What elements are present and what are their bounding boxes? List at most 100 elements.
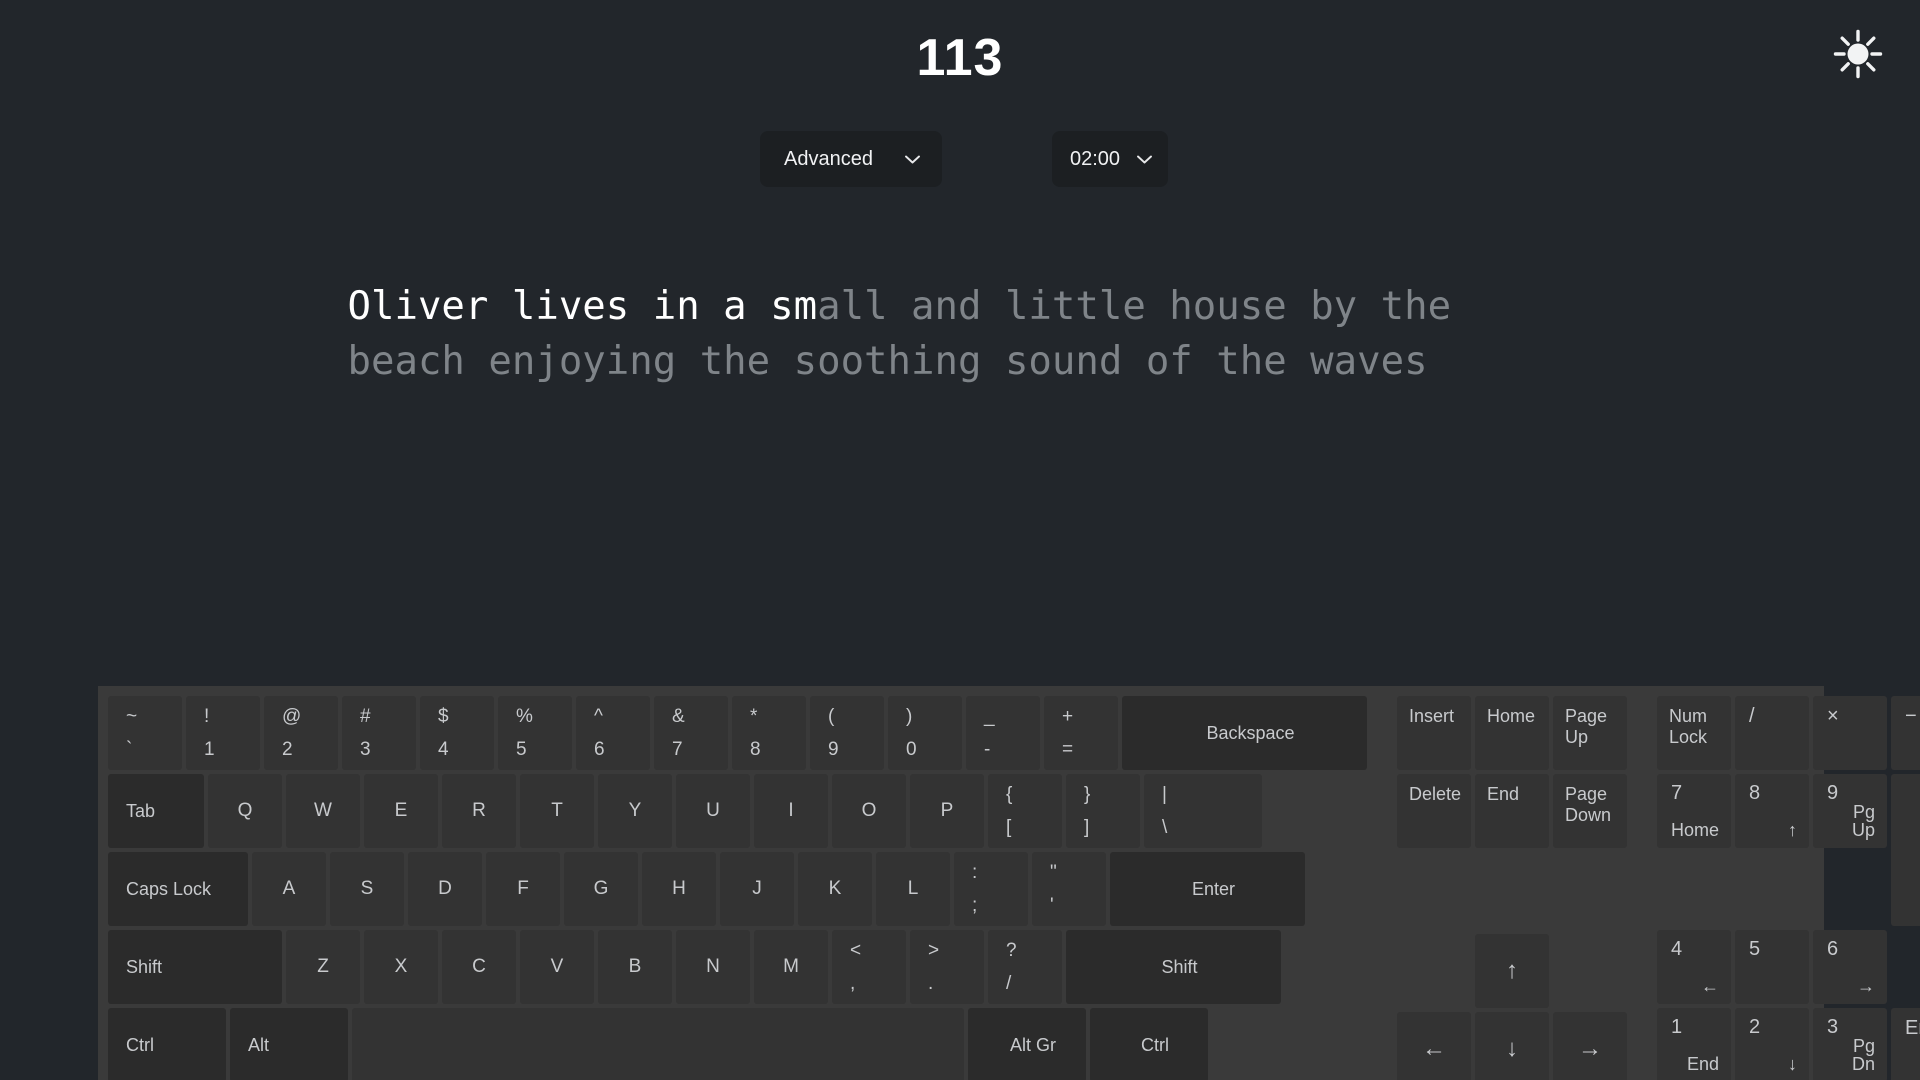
- key-o[interactable]: O: [832, 774, 906, 848]
- key-numpad-enter[interactable]: Enter: [1891, 1008, 1920, 1080]
- key-q[interactable]: Q: [208, 774, 282, 848]
- key-alt-left[interactable]: Alt: [230, 1008, 348, 1080]
- key-n[interactable]: N: [676, 930, 750, 1004]
- key-label: C: [472, 956, 486, 977]
- key-i[interactable]: I: [754, 774, 828, 848]
- key-num-lock[interactable]: Num Lock: [1657, 696, 1731, 770]
- key-5[interactable]: % 5: [498, 696, 572, 770]
- key-arrow-down[interactable]: ↓: [1475, 1012, 1549, 1080]
- key-k[interactable]: K: [798, 852, 872, 926]
- key-numpad-3[interactable]: 3 Pg Dn: [1813, 1008, 1887, 1080]
- key-m[interactable]: M: [754, 930, 828, 1004]
- key-ctrl-right[interactable]: Ctrl: [1090, 1008, 1208, 1080]
- key-numpad-9[interactable]: 9 Pg Up: [1813, 774, 1887, 848]
- difficulty-select[interactable]: Advanced: [760, 131, 942, 188]
- key-insert[interactable]: Insert: [1397, 696, 1471, 770]
- key-page-up[interactable]: Page Up: [1553, 696, 1627, 770]
- key-label: K: [828, 878, 842, 899]
- key-t[interactable]: T: [520, 774, 594, 848]
- key-alt-gr[interactable]: Alt Gr: [968, 1008, 1086, 1080]
- key-l[interactable]: L: [876, 852, 950, 926]
- key-delete[interactable]: Delete: [1397, 774, 1471, 848]
- key-ctrl-left[interactable]: Ctrl: [108, 1008, 226, 1080]
- key-7[interactable]: & 7: [654, 696, 728, 770]
- key-w[interactable]: W: [286, 774, 360, 848]
- key-space[interactable]: [352, 1008, 964, 1080]
- key-shift-right[interactable]: Shift: [1066, 930, 1281, 1004]
- key-u[interactable]: U: [676, 774, 750, 848]
- key-r[interactable]: R: [442, 774, 516, 848]
- key-shift-label: (: [828, 706, 835, 727]
- key-b[interactable]: B: [598, 930, 672, 1004]
- key-equals[interactable]: + =: [1044, 696, 1118, 770]
- key-label: N: [706, 956, 720, 977]
- key-numpad-5[interactable]: 5: [1735, 930, 1809, 1004]
- typing-text-area[interactable]: Oliver lives in a small and little house…: [348, 279, 1573, 389]
- key-bracket-right[interactable]: }]: [1066, 774, 1140, 848]
- key-arrow-left[interactable]: ←: [1397, 1012, 1471, 1080]
- key-h[interactable]: H: [642, 852, 716, 926]
- key-c[interactable]: C: [442, 930, 516, 1004]
- key-label: ×: [1827, 705, 1839, 727]
- key-g[interactable]: G: [564, 852, 638, 926]
- key-semicolon[interactable]: :;: [954, 852, 1028, 926]
- key-tab[interactable]: Tab: [108, 774, 204, 848]
- key-minus[interactable]: _ -: [966, 696, 1040, 770]
- theme-toggle-button[interactable]: [1826, 22, 1890, 86]
- key-arrow-right[interactable]: →: [1553, 1012, 1627, 1080]
- key-d[interactable]: D: [408, 852, 482, 926]
- key-label: Tab: [126, 800, 156, 821]
- key-6[interactable]: ^ 6: [576, 696, 650, 770]
- key-z[interactable]: Z: [286, 930, 360, 1004]
- key-numpad-8[interactable]: 8 ↑: [1735, 774, 1809, 848]
- key-y[interactable]: Y: [598, 774, 672, 848]
- keyboard-arrow-row-2: ← ↓ →: [1397, 1012, 1627, 1080]
- key-v[interactable]: V: [520, 930, 594, 1004]
- key-bracket-left[interactable]: {[: [988, 774, 1062, 848]
- key-f[interactable]: F: [486, 852, 560, 926]
- key-backspace[interactable]: Backspace: [1122, 696, 1367, 770]
- key-quote[interactable]: " ': [1032, 852, 1106, 926]
- key-page-down[interactable]: Page Down: [1553, 774, 1627, 848]
- key-x[interactable]: X: [364, 930, 438, 1004]
- key-comma[interactable]: <,: [832, 930, 906, 1004]
- key-numpad-add[interactable]: +: [1891, 774, 1920, 926]
- key-numpad-2[interactable]: 2 ↓: [1735, 1008, 1809, 1080]
- key-shift-left[interactable]: Shift: [108, 930, 282, 1004]
- key-numpad-1[interactable]: 1 End: [1657, 1008, 1731, 1080]
- key-3[interactable]: #3: [342, 696, 416, 770]
- key-numpad-multiply[interactable]: ×: [1813, 696, 1887, 770]
- key-label-line2: Lock: [1669, 726, 1708, 747]
- key-numpad-4[interactable]: 4 ←: [1657, 930, 1731, 1004]
- key-end[interactable]: End: [1475, 774, 1549, 848]
- key-8[interactable]: * 8: [732, 696, 806, 770]
- key-base-label: ': [1050, 895, 1054, 916]
- key-home[interactable]: Home: [1475, 696, 1549, 770]
- key-numpad-6[interactable]: 6 →: [1813, 930, 1887, 1004]
- key-9[interactable]: (9: [810, 696, 884, 770]
- key-arrow-up[interactable]: ↑: [1475, 934, 1549, 1008]
- key-s[interactable]: S: [330, 852, 404, 926]
- timer-select[interactable]: 02:00: [1052, 131, 1168, 188]
- key-j[interactable]: J: [720, 852, 794, 926]
- key-numpad-divide[interactable]: /: [1735, 696, 1809, 770]
- key-4[interactable]: $4: [420, 696, 494, 770]
- key-period[interactable]: >.: [910, 930, 984, 1004]
- difficulty-select-value: Advanced: [784, 147, 873, 170]
- key-caps-lock[interactable]: Caps Lock: [108, 852, 248, 926]
- key-0[interactable]: ) 0: [888, 696, 962, 770]
- key-label: Enter: [1905, 1017, 1920, 1039]
- key-e[interactable]: E: [364, 774, 438, 848]
- key-a[interactable]: A: [252, 852, 326, 926]
- key-numpad-7[interactable]: 7 Home: [1657, 774, 1731, 848]
- virtual-keyboard: ~ ` ! 1 @2 #3 $4 % 5 ^ 6 & 7 * 8 (9 ) 0 _ - + = B…: [98, 686, 1920, 1080]
- key-label: L: [907, 878, 919, 899]
- key-enter[interactable]: Enter: [1110, 852, 1305, 926]
- key-1[interactable]: ! 1: [186, 696, 260, 770]
- key-slash[interactable]: ? /: [988, 930, 1062, 1004]
- key-p[interactable]: P: [910, 774, 984, 848]
- key-2[interactable]: @2: [264, 696, 338, 770]
- key-backquote[interactable]: ~ `: [108, 696, 182, 770]
- key-backslash[interactable]: | \: [1144, 774, 1262, 848]
- key-numpad-subtract[interactable]: −: [1891, 696, 1920, 770]
